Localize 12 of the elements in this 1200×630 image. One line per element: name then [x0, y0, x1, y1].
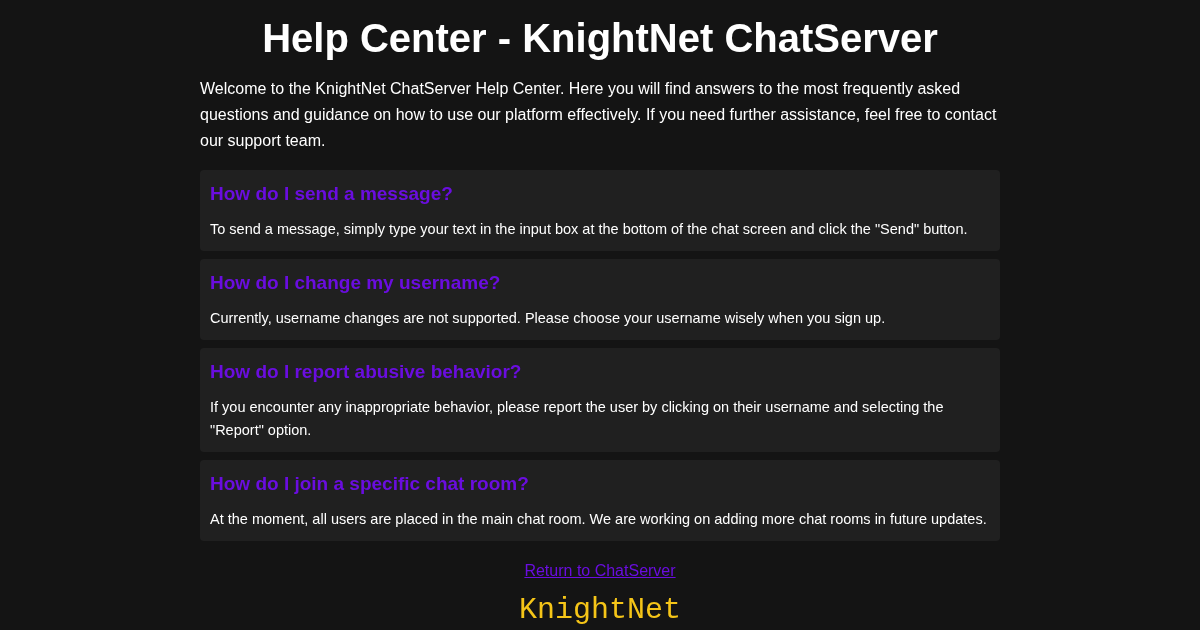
faq-question: How do I send a message? — [210, 182, 453, 206]
faq-question: How do I join a specific chat room? — [210, 472, 529, 496]
faq-question: How do I report abusive behavior? — [210, 360, 522, 384]
faq-answer: If you encounter any inappropriate behavior, please report the user by clicking on their username and selecting the "Report" option. — [210, 398, 945, 440]
faq-answer: Currently, username changes are not supported. Please choose your username wisely when you sign up. — [210, 309, 886, 328]
faq-answer: At the moment, all users are placed in the main chat room. We are working on adding more chat rooms in future updates. — [210, 510, 987, 529]
faq-answer: To send a message, simply type your text in the input box at the bottom of the chat screen and click the "Send" button. — [210, 220, 968, 239]
page-title: Help Center - KnightNet ChatServer — [262, 15, 938, 62]
intro-paragraph: Welcome to the KnightNet ChatServer Help Center. Here you will find answers to the most frequently asked questions and guidance on how to use our platform effectively. If you need further assistance, feel free to contact our support team. — [200, 79, 998, 151]
return-link[interactable]: Return to ChatServer — [524, 559, 676, 583]
footer-logo: KnightNet — [519, 595, 681, 625]
faq-question: How do I change my username? — [210, 271, 501, 295]
